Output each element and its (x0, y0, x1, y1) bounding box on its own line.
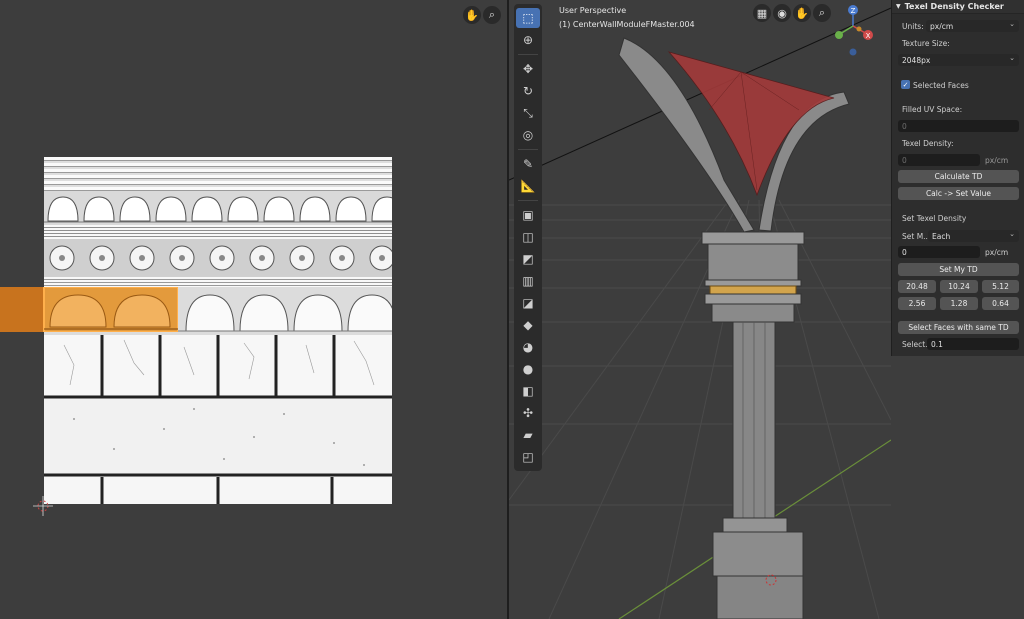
texture-plaster (44, 399, 392, 477)
2d-cursor-icon[interactable] (33, 496, 53, 516)
column-model[interactable] (509, 0, 891, 619)
uv-selected-island[interactable] (0, 287, 178, 332)
loop-cut-tool-icon[interactable]: ▥ (516, 271, 540, 291)
edge-slide-tool-icon[interactable]: ◧ (516, 381, 540, 401)
preset-button[interactable]: 10.24 (940, 280, 978, 293)
calculate-td-button[interactable]: Calculate TD (898, 170, 1019, 183)
perspective-label: User Perspective (559, 6, 627, 15)
calc-set-value-button[interactable]: Calc -> Set Value (898, 187, 1019, 200)
texel-density-label: Texel Density: (902, 139, 954, 148)
bevel-tool-icon[interactable]: ◩ (516, 249, 540, 269)
sidebar-empty-area (891, 356, 1024, 619)
texture-size-select[interactable]: 2048px ⌄ (898, 54, 1019, 66)
panel-title: Texel Density Checker (904, 2, 1004, 11)
grid-view-icon[interactable]: ▦ (753, 4, 771, 22)
transform-tool-icon[interactable]: ◎ (516, 125, 540, 145)
chevron-down-icon: ⌄ (1009, 230, 1015, 238)
spin-tool-icon[interactable]: ◕ (516, 337, 540, 357)
set-method-label: Set M.. (902, 232, 928, 241)
texture-size-label: Texture Size: (902, 39, 950, 48)
texel-density-panel: ▼ Texel Density Checker Units: px/cm ⌄ T… (891, 0, 1024, 356)
3d-viewport[interactable]: User Perspective (1) CenterWallModuleFMa… (509, 0, 891, 619)
viewport-info: User Perspective (1) CenterWallModuleFMa… (559, 4, 695, 32)
set-value-unit: px/cm (985, 248, 1009, 257)
filled-uv-label: Filled UV Space: (902, 105, 963, 114)
viewport-nav: ▦ ◉ ✋ ⌕ (753, 4, 831, 22)
texture-egg-dart (44, 191, 392, 225)
move-tool-icon[interactable]: ✥ (516, 59, 540, 79)
set-method-value: Each (932, 231, 951, 241)
extrude-tool-icon[interactable]: ▣ (516, 205, 540, 225)
object-label: (1) CenterWallModuleFMaster.004 (559, 20, 695, 29)
tool-separator (518, 200, 538, 201)
select-threshold-field[interactable]: 0.1 (927, 338, 1019, 350)
texture-bead-lines (44, 225, 392, 239)
set-texel-density-label: Set Texel Density (902, 214, 967, 223)
set-value-field[interactable]: 0 (898, 246, 980, 258)
preset-button[interactable]: 5.12 (982, 280, 1019, 293)
gizmo-center-icon (856, 26, 862, 32)
preset-button[interactable]: 0.64 (982, 297, 1019, 310)
set-my-td-button[interactable]: Set My TD (898, 263, 1019, 276)
panel-header[interactable]: ▼ Texel Density Checker (892, 0, 1024, 14)
texture-size-value: 2048px (902, 55, 931, 65)
blender-window: ✋ ⌕ User Perspective (1) CenterWallModul… (0, 0, 1024, 619)
selected-faces-checkbox[interactable]: ✓ (901, 80, 910, 89)
neg-z-axis-icon[interactable] (849, 48, 857, 56)
shear-tool-icon[interactable]: ▰ (516, 425, 540, 445)
knife-tool-icon[interactable]: ◪ (516, 293, 540, 313)
gizmo-x-label: X (866, 32, 871, 40)
cursor-tool-icon[interactable]: ⊕ (516, 30, 540, 50)
texture-stone-tiles (44, 335, 392, 399)
units-value: px/cm (930, 21, 954, 31)
chevron-down-icon: ⌄ (1009, 20, 1015, 28)
texture-bottom-tiles (44, 477, 392, 504)
inset-tool-icon[interactable]: ◫ (516, 227, 540, 247)
shrink-tool-icon[interactable]: ✣ (516, 403, 540, 423)
texel-density-unit: px/cm (985, 156, 1009, 165)
uv-editor[interactable]: ✋ ⌕ (0, 0, 508, 619)
pan-hand-icon[interactable]: ✋ (463, 6, 481, 24)
collapse-arrow-icon[interactable]: ▼ (896, 3, 901, 10)
zoom-icon[interactable]: ⌕ (483, 6, 501, 24)
camera-icon[interactable]: ◉ (773, 4, 791, 22)
preset-button[interactable]: 2.56 (898, 297, 936, 310)
select-label: Select.. (902, 340, 930, 349)
rip-tool-icon[interactable]: ◰ (516, 447, 540, 467)
rotate-tool-icon[interactable]: ↻ (516, 81, 540, 101)
select-faces-same-td-button[interactable]: Select Faces with same TD (898, 321, 1019, 334)
gizmo-z-label: Z (851, 7, 856, 15)
tool-shelf: ⬚ ⊕ ✥ ↻ ⤡ ◎ ✎ 📐 ▣ ◫ ◩ ▥ ◪ ◆ ◕ ● ◧ ✣ ▰ ◰ (514, 4, 542, 471)
smooth-tool-icon[interactable]: ● (516, 359, 540, 379)
pan-hand-icon[interactable]: ✋ (793, 4, 811, 22)
select-box-tool-icon[interactable]: ⬚ (516, 8, 540, 28)
preset-button[interactable]: 1.28 (940, 297, 978, 310)
texel-density-field[interactable]: 0 (898, 154, 980, 166)
filled-uv-field[interactable]: 0 (898, 120, 1019, 132)
preset-button[interactable]: 20.48 (898, 280, 936, 293)
selected-faces-label: Selected Faces (913, 81, 969, 90)
scale-tool-icon[interactable]: ⤡ (516, 103, 540, 123)
navigation-gizmo[interactable]: Z X (831, 0, 891, 60)
units-label: Units: (902, 22, 924, 31)
poly-build-tool-icon[interactable]: ◆ (516, 315, 540, 335)
zoom-icon[interactable]: ⌕ (813, 4, 831, 22)
units-select[interactable]: px/cm ⌄ (926, 20, 1019, 32)
tool-separator (518, 54, 538, 55)
set-method-select[interactable]: Each ⌄ (928, 230, 1019, 242)
texture-moulding-lines (44, 157, 392, 191)
y-axis-icon[interactable] (835, 31, 843, 39)
tool-separator (518, 149, 538, 150)
measure-tool-icon[interactable]: 📐 (516, 176, 540, 196)
annotate-tool-icon[interactable]: ✎ (516, 154, 540, 174)
texture-rosette-band (44, 239, 392, 277)
chevron-down-icon: ⌄ (1009, 54, 1015, 62)
texture-thin-lines (44, 277, 392, 287)
